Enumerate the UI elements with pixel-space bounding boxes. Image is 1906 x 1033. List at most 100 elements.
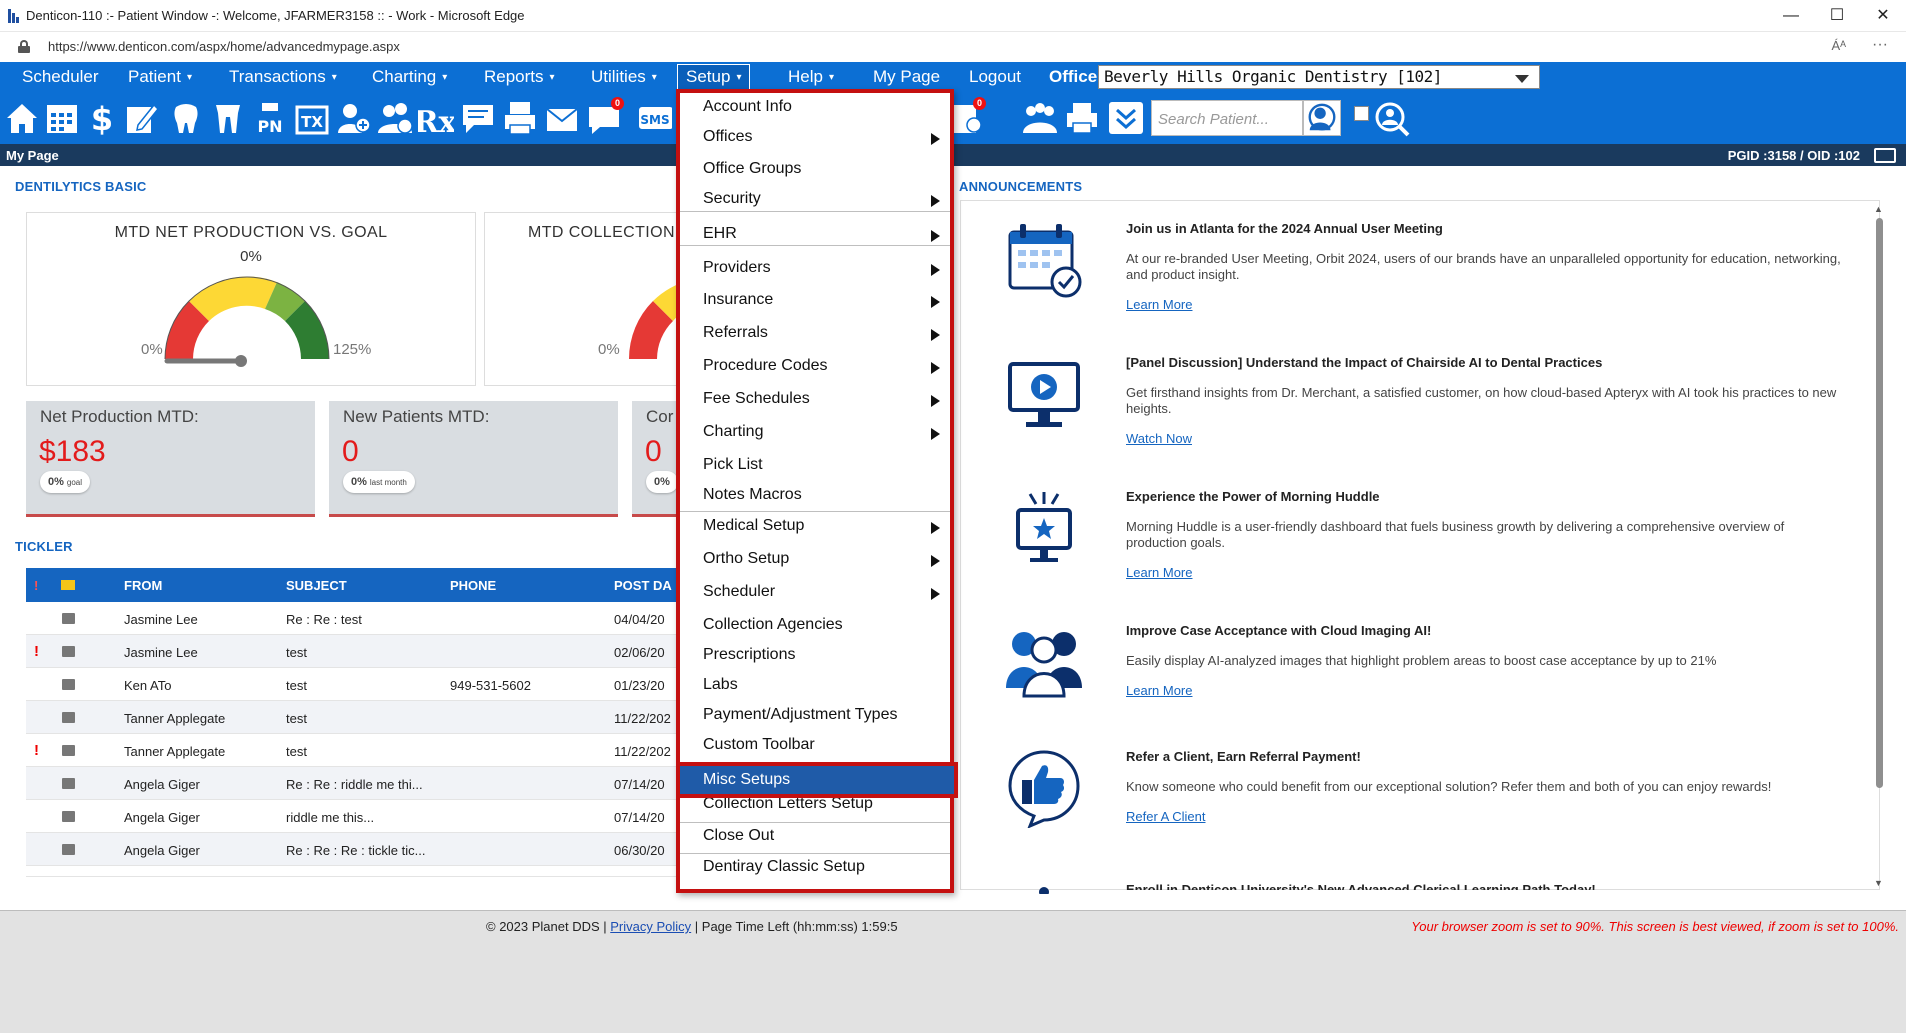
office-select[interactable]: Beverly Hills Organic Dentistry [102]: [1098, 65, 1540, 89]
group-icon[interactable]: [1022, 99, 1058, 137]
read-aloud-icon[interactable]: Áᴬ: [1831, 38, 1846, 53]
toolbar-checkbox[interactable]: [1354, 106, 1369, 121]
table-row[interactable]: Jasmine Lee Re : Re : Re : Re : 06/29/20: [26, 866, 678, 877]
menu-item-ehr[interactable]: EHR: [680, 220, 950, 248]
nav-charting[interactable]: Charting ▾: [372, 62, 447, 93]
menu-item-labs[interactable]: Labs: [680, 671, 950, 699]
menu-item-dentiray-classic-setup[interactable]: Dentiray Classic Setup: [680, 853, 950, 881]
minimize-button[interactable]: —: [1768, 4, 1814, 28]
cell-subject: Re : Re : Re : Re :: [286, 876, 392, 877]
envelope-icon: [62, 646, 75, 657]
announcement-link[interactable]: Learn More: [1126, 565, 1192, 580]
nav-transactions[interactable]: Transactions ▾: [229, 62, 337, 93]
add-family-icon[interactable]: [378, 99, 414, 137]
table-row[interactable]: Angela Giger Re : Re : Re : tickle tic...…: [26, 833, 678, 866]
message-icon[interactable]: 0: [586, 97, 624, 137]
table-row[interactable]: Angela Giger riddle me this... 07/14/20: [26, 800, 678, 833]
table-row[interactable]: ! Jasmine Lee test 02/06/20: [26, 635, 678, 668]
eob-badge: 0: [973, 97, 986, 110]
col-subject[interactable]: SUBJECT: [286, 578, 347, 593]
perio-icon[interactable]: [210, 99, 246, 137]
table-row[interactable]: ! Tanner Applegate test 11/22/202: [26, 734, 678, 767]
announcement-link[interactable]: Refer A Client: [1126, 809, 1206, 824]
col-post-date[interactable]: POST DA: [614, 578, 672, 593]
table-row[interactable]: Tanner Applegate test 11/22/202: [26, 701, 678, 734]
printer-icon[interactable]: [1064, 99, 1100, 137]
menu-item-providers[interactable]: Providers: [680, 254, 950, 282]
table-row[interactable]: Angela Giger Re : Re : riddle me thi... 07…: [26, 767, 678, 800]
more-icon[interactable]: ···: [1872, 36, 1888, 54]
menu-item-close-out[interactable]: Close Out: [680, 822, 950, 850]
privacy-policy-link[interactable]: Privacy Policy: [610, 919, 691, 934]
table-row[interactable]: Jasmine Lee Re : Re : test 04/04/20: [26, 602, 678, 635]
nav-utilities[interactable]: Utilities ▾: [591, 62, 657, 93]
announcement-link[interactable]: Learn More: [1126, 297, 1192, 312]
home-icon[interactable]: [4, 99, 40, 137]
close-button[interactable]: ✕: [1860, 4, 1906, 28]
print-page-icon[interactable]: [1874, 148, 1896, 163]
menu-item-charting[interactable]: Charting: [680, 418, 950, 446]
nav-patient[interactable]: Patient ▾: [128, 62, 192, 93]
col-phone[interactable]: PHONE: [450, 578, 496, 593]
group-search-icon[interactable]: [1374, 99, 1410, 137]
nav-setup[interactable]: Setup ▾: [677, 64, 751, 90]
announcements-scrollbar[interactable]: ▲ ▼: [1872, 204, 1886, 888]
announcement-title: Experience the Power of Morning Huddle: [1126, 489, 1380, 504]
calendar-icon[interactable]: [44, 99, 80, 137]
collapse-icon[interactable]: [1108, 99, 1144, 137]
menu-item-procedure-codes[interactable]: Procedure Codes: [680, 352, 950, 380]
rx-icon[interactable]: Rx: [414, 99, 458, 140]
tooth-icon[interactable]: [168, 99, 204, 137]
announcement-link[interactable]: Learn More: [1126, 683, 1192, 698]
notes-icon[interactable]: [460, 99, 496, 137]
add-patient-icon[interactable]: [336, 99, 372, 137]
scroll-down-icon[interactable]: ▼: [1874, 878, 1883, 888]
tx-icon[interactable]: TX: [294, 99, 330, 137]
edit-note-icon[interactable]: [124, 99, 160, 137]
scroll-thumb[interactable]: [1876, 218, 1883, 788]
announcement-item: Improve Case Acceptance with Cloud Imagi…: [1126, 623, 1846, 700]
patient-search-icon[interactable]: [1303, 100, 1341, 136]
menu-item-collection-agencies[interactable]: Collection Agencies: [680, 611, 950, 639]
submenu-arrow-icon: [931, 230, 940, 242]
menu-item-insurance[interactable]: Insurance: [680, 286, 950, 314]
cell-phone: 949-531-5602: [450, 678, 531, 693]
submenu-arrow-icon: [931, 264, 940, 276]
window-title: Denticon-110 :- Patient Window -: Welcom…: [26, 8, 525, 23]
nav-logout[interactable]: Logout: [969, 62, 1021, 93]
menu-item-prescriptions[interactable]: Prescriptions: [680, 641, 950, 669]
scroll-up-icon[interactable]: ▲: [1874, 204, 1883, 214]
mail-col-icon: [61, 580, 75, 590]
menu-item-referrals[interactable]: Referrals: [680, 319, 950, 347]
svg-text:$: $: [91, 100, 113, 137]
search-patient-input[interactable]: Search Patient...: [1151, 100, 1303, 136]
gauge-value: 0%: [240, 248, 262, 265]
menu-item-account-info[interactable]: Account Info: [680, 93, 950, 121]
nav-reports[interactable]: Reports ▾: [484, 62, 555, 93]
announcement-link[interactable]: Watch Now: [1126, 431, 1192, 446]
menu-item-payment-adjustment-types[interactable]: Payment/Adjustment Types: [680, 701, 950, 729]
url-field[interactable]: https://www.denticon.com/aspx/home/advan…: [48, 39, 400, 54]
cell-subject: Re : Re : riddle me thi...: [286, 777, 423, 792]
cell-from: Angela Giger: [124, 810, 200, 825]
menu-item-office-groups[interactable]: Office Groups: [680, 155, 950, 183]
menu-item-misc-setups[interactable]: Misc Setups: [676, 762, 958, 798]
col-from[interactable]: FROM: [124, 578, 162, 593]
maximize-button[interactable]: ☐: [1814, 4, 1860, 28]
menu-item-ortho-setup[interactable]: Ortho Setup: [680, 545, 950, 573]
menu-item-pick-list[interactable]: Pick List: [680, 451, 950, 479]
menu-item-medical-setup[interactable]: Medical Setup: [680, 512, 950, 540]
print-document-icon[interactable]: [502, 99, 538, 137]
table-row[interactable]: Ken ATo test 949-531-5602 01/23/20: [26, 668, 678, 701]
menu-item-offices[interactable]: Offices: [680, 123, 950, 151]
menu-item-fee-schedules[interactable]: Fee Schedules: [680, 385, 950, 413]
menu-item-security[interactable]: Security: [680, 185, 950, 213]
nav-scheduler[interactable]: Scheduler: [22, 62, 99, 93]
menu-item-custom-toolbar[interactable]: Custom Toolbar: [680, 731, 950, 759]
menu-item-scheduler[interactable]: Scheduler: [680, 578, 950, 606]
sms-icon[interactable]: SMS: [636, 99, 673, 137]
pn-icon[interactable]: PN: [252, 99, 288, 137]
menu-item-notes-macros[interactable]: Notes Macros: [680, 481, 950, 509]
email-icon[interactable]: [544, 99, 580, 137]
dollar-icon[interactable]: $: [84, 99, 120, 138]
